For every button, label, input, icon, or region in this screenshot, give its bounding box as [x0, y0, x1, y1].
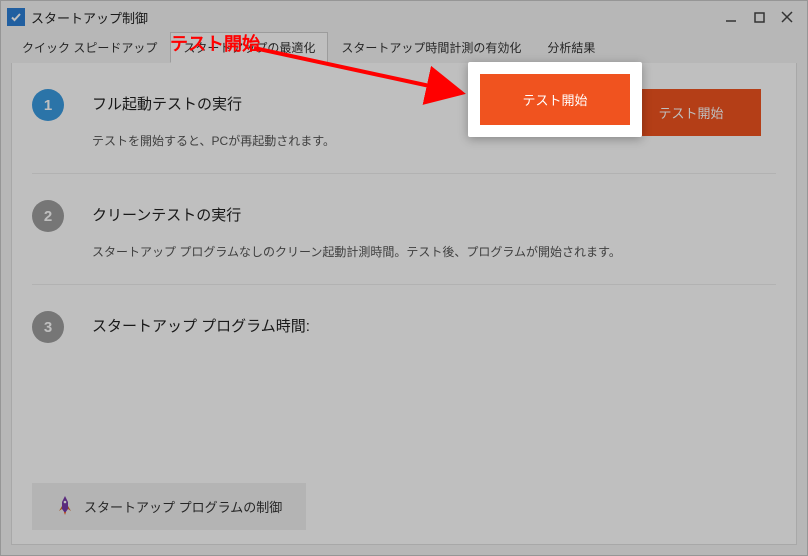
step-2-title: クリーンテストの実行 — [92, 204, 776, 225]
step-2: 2 クリーンテストの実行 スタートアップ プログラムなしのクリーン起動計測時間。… — [32, 194, 776, 280]
app-icon — [7, 8, 25, 26]
control-startup-programs-button[interactable]: スタートアップ プログラムの制御 — [32, 483, 306, 530]
content-pane: 1 フル起動テストの実行 テストを開始すると、PCが再起動されます。 テスト開始… — [11, 63, 797, 545]
step-number-3: 3 — [32, 311, 64, 343]
tab-bar: クイック スピードアップ スタートアップの最適化 スタートアップ時間計測の有効化… — [1, 33, 807, 63]
step-1: 1 フル起動テストの実行 テストを開始すると、PCが再起動されます。 テスト開始 — [32, 83, 776, 169]
window-title: スタートアップ制御 — [31, 8, 148, 27]
step-3-title: スタートアップ プログラム時間: — [92, 315, 776, 336]
app-window: スタートアップ制御 クイック スピードアップ スタートアップの最適化 スタートア… — [0, 0, 808, 556]
tab-startup-optimize[interactable]: スタートアップの最適化 — [170, 32, 328, 63]
step-number-2: 2 — [32, 200, 64, 232]
footer-row: スタートアップ プログラムの制御 — [32, 483, 776, 530]
step-2-desc: スタートアップ プログラムなしのクリーン起動計測時間。テスト後、プログラムが開始… — [92, 243, 776, 260]
step-1-title: フル起動テストの実行 — [92, 93, 606, 114]
divider-1 — [32, 173, 776, 174]
start-test-button[interactable]: テスト開始 — [621, 89, 761, 136]
step-3: 3 スタートアップ プログラム時間: — [32, 305, 776, 414]
rocket-icon — [56, 495, 74, 518]
step-number-1: 1 — [32, 89, 64, 121]
minimize-button[interactable] — [717, 6, 745, 28]
tab-quick-speedup[interactable]: クイック スピードアップ — [9, 32, 170, 63]
maximize-button[interactable] — [745, 6, 773, 28]
tab-startup-timing-enable[interactable]: スタートアップ時間計測の有効化 — [328, 32, 534, 63]
divider-2 — [32, 284, 776, 285]
close-button[interactable] — [773, 6, 801, 28]
titlebar: スタートアップ制御 — [1, 1, 807, 33]
footer-button-label: スタートアップ プログラムの制御 — [84, 497, 282, 516]
step-1-desc: テストを開始すると、PCが再起動されます。 — [92, 132, 606, 149]
tab-analysis-results[interactable]: 分析結果 — [534, 32, 608, 63]
